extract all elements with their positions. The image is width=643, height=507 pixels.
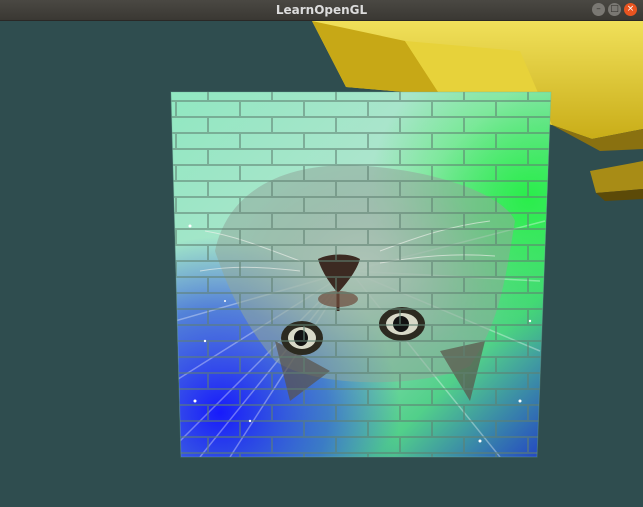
close-button[interactable]: × (624, 3, 637, 16)
title-bar[interactable]: LearnOpenGL – □ × (0, 0, 643, 21)
rendered-scene (170, 21, 643, 458)
textured-cube (171, 92, 551, 457)
window-controls: – □ × (592, 3, 637, 16)
gl-viewport[interactable] (0, 21, 643, 507)
minimize-button[interactable]: – (592, 3, 605, 16)
window-title: LearnOpenGL (275, 3, 368, 17)
app-window: LearnOpenGL – □ × (0, 0, 643, 507)
maximize-button[interactable]: □ (608, 3, 621, 16)
